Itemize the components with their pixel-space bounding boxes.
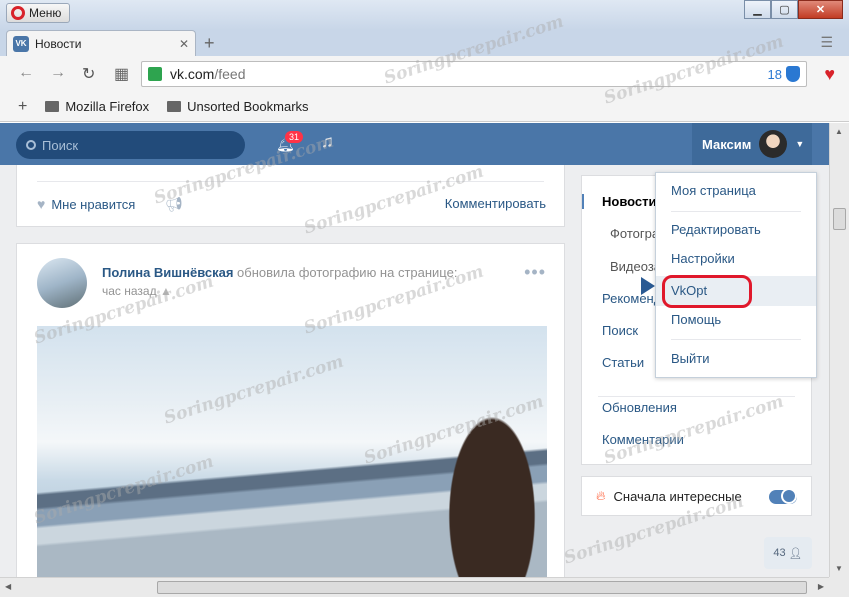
folder-icon bbox=[167, 101, 182, 112]
opera-menu-button[interactable]: Меню bbox=[6, 3, 71, 23]
nav-news[interactable]: Новости bbox=[582, 194, 657, 209]
scroll-down-icon[interactable]: ▼ bbox=[835, 564, 843, 573]
close-window-icon[interactable]: ✕ bbox=[798, 0, 843, 19]
avatar bbox=[759, 130, 788, 158]
search-placeholder: Поиск bbox=[42, 137, 79, 153]
like-label: Мне нравится bbox=[51, 196, 136, 212]
post-more-icon[interactable]: ••• bbox=[524, 262, 546, 283]
bookmark-mozilla-firefox[interactable]: Mozilla Firefox bbox=[45, 99, 149, 114]
nav-updates[interactable]: Обновления bbox=[602, 400, 677, 415]
music-icon[interactable]: ♫ bbox=[321, 132, 334, 152]
fire-icon: 🔥︎ bbox=[596, 488, 606, 503]
online-count: 43 bbox=[773, 547, 786, 559]
navigation-bar: ← → ↻ ▦ vk.com/feed 18 ♥ bbox=[0, 56, 849, 92]
bookmark-unsorted[interactable]: Unsorted Bookmarks bbox=[167, 99, 309, 114]
menu-edit[interactable]: Редактировать bbox=[656, 219, 816, 241]
feed-post: Полина Вишнёвская обновила фотографию на… bbox=[16, 243, 565, 577]
interesting-first-toggle-row[interactable]: 🔥︎ Сначала интересные bbox=[581, 476, 812, 516]
tab-news[interactable]: VK Новости ✕ bbox=[6, 30, 196, 56]
chevron-down-icon: ▼ bbox=[795, 139, 805, 149]
menu-my-page[interactable]: Моя страница bbox=[656, 180, 816, 202]
like-heart-icon: ♥ bbox=[37, 196, 46, 212]
post-photo[interactable] bbox=[37, 326, 547, 577]
vertical-scrollbar[interactable]: ▲ ▼ bbox=[829, 123, 849, 577]
vk-search-input[interactable]: Поиск bbox=[16, 131, 245, 159]
minimize-icon[interactable]: ▁ bbox=[744, 0, 771, 19]
post-time-label: час назад bbox=[102, 284, 157, 298]
url-host: vk.com bbox=[170, 66, 215, 82]
menu-help[interactable]: Помощь bbox=[656, 309, 816, 331]
tab-menu-icon[interactable]: ☰ bbox=[820, 34, 833, 51]
vk-favicon-icon: VK bbox=[13, 35, 29, 52]
bookmarks-bar: + Mozilla Firefox Unsorted Bookmarks bbox=[0, 92, 849, 122]
friends-online-button[interactable]: 43 👤︎ bbox=[764, 537, 812, 569]
interest-label: Сначала интересные bbox=[613, 488, 742, 504]
divider bbox=[598, 396, 795, 397]
opera-menu-label: Меню bbox=[29, 6, 62, 20]
divider bbox=[671, 211, 801, 212]
post-action-text: обновила фотографию на странице: bbox=[237, 265, 458, 280]
divider bbox=[37, 181, 544, 182]
blocked-count: 18 bbox=[767, 66, 782, 82]
shield-icon bbox=[786, 66, 800, 82]
scrollbar-corner bbox=[829, 577, 849, 597]
address-bar[interactable]: vk.com/feed 18 bbox=[141, 61, 807, 87]
bookmark-label: Mozilla Firefox bbox=[65, 99, 150, 114]
notifications-badge: 31 bbox=[284, 130, 305, 144]
profile-name: Максим bbox=[702, 136, 752, 152]
menu-settings[interactable]: Настройки bbox=[656, 248, 816, 270]
divider bbox=[671, 339, 801, 340]
user-icon: 👤︎ bbox=[788, 547, 803, 560]
back-icon[interactable]: ← bbox=[18, 64, 34, 82]
nav-articles[interactable]: Статьи bbox=[602, 355, 644, 370]
android-icon: ▲ bbox=[159, 284, 172, 298]
scroll-left-icon[interactable]: ◀ bbox=[5, 582, 11, 591]
comment-link[interactable]: Комментировать bbox=[445, 196, 546, 211]
search-icon bbox=[26, 140, 36, 150]
profile-menu-button[interactable]: Максим ▼ bbox=[692, 123, 812, 165]
heart-icon[interactable]: ♥ bbox=[824, 64, 835, 85]
tab-title: Новости bbox=[35, 36, 82, 51]
add-bookmark-icon[interactable]: + bbox=[18, 98, 27, 116]
nav-comments[interactable]: Комментарии bbox=[602, 432, 684, 447]
maximize-icon[interactable]: ▢ bbox=[771, 0, 798, 19]
scroll-right-icon[interactable]: ▶ bbox=[818, 582, 824, 591]
url-path: /feed bbox=[214, 66, 246, 82]
opera-logo-icon bbox=[11, 6, 25, 20]
adblock-indicator[interactable]: 18 bbox=[768, 66, 800, 82]
reload-icon[interactable]: ↻ bbox=[82, 64, 95, 84]
pointer-arrow-icon bbox=[641, 277, 655, 295]
author-avatar[interactable] bbox=[37, 258, 87, 308]
speed-dial-icon[interactable]: ▦ bbox=[114, 64, 129, 84]
horizontal-scroll-thumb[interactable] bbox=[157, 581, 807, 594]
new-tab-icon[interactable]: + bbox=[204, 33, 215, 54]
menu-logout[interactable]: Выйти bbox=[656, 348, 816, 370]
like-button[interactable]: ♥ Мне нравится bbox=[37, 196, 135, 212]
vk-header: Поиск 🔔︎ 31 ♫ Максим ▼ bbox=[0, 123, 829, 165]
highlight-oval bbox=[662, 275, 752, 308]
folder-icon bbox=[45, 101, 60, 112]
horizontal-scrollbar[interactable]: ◀ ▶ bbox=[0, 577, 829, 597]
post-header: Полина Вишнёвская обновила фотографию на… bbox=[102, 265, 457, 280]
nav-search[interactable]: Поиск bbox=[602, 323, 638, 338]
tab-close-icon[interactable]: ✕ bbox=[179, 37, 189, 51]
window-controls: ▁ ▢ ✕ bbox=[744, 0, 843, 19]
feed-post-previous: ♥ Мне нравится 📢︎ Комментировать bbox=[16, 165, 565, 227]
scroll-up-icon[interactable]: ▲ bbox=[835, 127, 843, 136]
secure-lock-icon bbox=[148, 67, 162, 81]
share-icon[interactable]: 📢︎ bbox=[165, 196, 183, 213]
post-author-link[interactable]: Полина Вишнёвская bbox=[102, 265, 233, 280]
post-time[interactable]: час назад ▲ bbox=[102, 284, 172, 298]
forward-icon[interactable]: → bbox=[50, 64, 66, 82]
vertical-scroll-thumb[interactable] bbox=[833, 208, 846, 230]
interest-toggle[interactable] bbox=[769, 488, 797, 504]
bookmark-label: Unsorted Bookmarks bbox=[187, 99, 309, 114]
tab-strip: VK Новости ✕ + ☰ bbox=[0, 30, 849, 56]
window-titlebar: Меню ▁ ▢ ✕ bbox=[0, 0, 849, 30]
